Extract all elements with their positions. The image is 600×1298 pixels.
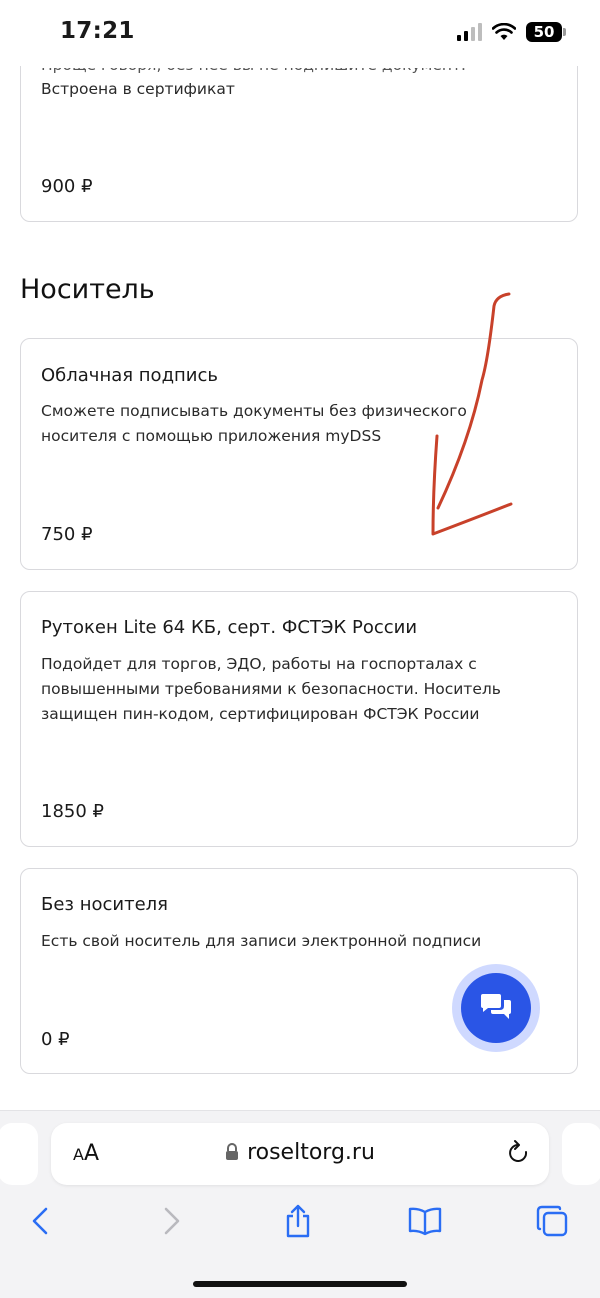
status-bar: 17:21 50: [0, 0, 600, 66]
back-icon: [32, 1207, 48, 1235]
forward-button[interactable]: [150, 1199, 194, 1243]
card-desc: Встроена в сертификат: [41, 80, 235, 98]
card-title: Без носителя: [41, 894, 168, 915]
safari-browser-bar: AA roseltorg.ru: [0, 1110, 600, 1298]
card-price: 900 ₽: [41, 176, 93, 197]
tabs-button[interactable]: [530, 1199, 574, 1243]
url-field[interactable]: roseltorg.ru: [51, 1140, 549, 1165]
back-button[interactable]: [18, 1199, 62, 1243]
share-button[interactable]: [276, 1199, 320, 1243]
battery-indicator: 50: [526, 22, 566, 42]
card-price: 750 ₽: [41, 524, 93, 545]
chat-button[interactable]: [461, 973, 531, 1043]
url-text: roseltorg.ru: [247, 1140, 375, 1165]
previous-tab-preview[interactable]: [0, 1123, 38, 1185]
card-signature[interactable]: Проще говоря, без нее вы не подпишите до…: [20, 40, 578, 222]
next-tab-preview[interactable]: [562, 1123, 600, 1185]
home-indicator: [193, 1281, 407, 1287]
card-title: Облачная подпись: [41, 365, 218, 386]
share-icon: [286, 1204, 310, 1238]
lock-icon: [226, 1143, 239, 1160]
card-desc: Сможете подписывать документы без физиче…: [41, 402, 467, 445]
chat-icon: [481, 994, 511, 1019]
wifi-icon: [492, 23, 516, 40]
forward-icon: [164, 1207, 180, 1235]
reload-icon: [509, 1140, 528, 1162]
cellular-signal-icon: [457, 23, 482, 41]
card-desc: Есть свой носитель для записи электронно…: [41, 932, 482, 950]
bookmarks-button[interactable]: [403, 1199, 447, 1243]
card-desc: Подойдет для торгов, ЭДО, работы на госп…: [41, 655, 501, 723]
card-cloud-signature[interactable]: Облачная подпись Сможете подписывать док…: [20, 338, 578, 570]
card-price: 1850 ₽: [41, 801, 104, 822]
section-title: Носитель: [20, 274, 155, 305]
bookmarks-icon: [408, 1207, 442, 1236]
address-bar[interactable]: AA roseltorg.ru: [51, 1123, 549, 1185]
card-title: Рутокен Lite 64 КБ, серт. ФСТЭК России: [41, 617, 418, 638]
card-price: 0 ₽: [41, 1029, 70, 1050]
tabs-icon: [536, 1205, 568, 1237]
card-rutoken[interactable]: Рутокен Lite 64 КБ, серт. ФСТЭК России П…: [20, 591, 578, 847]
reload-button[interactable]: [505, 1139, 531, 1171]
status-time: 17:21: [60, 18, 135, 44]
status-icons: 50: [457, 22, 566, 42]
browser-toolbar: [0, 1199, 600, 1243]
